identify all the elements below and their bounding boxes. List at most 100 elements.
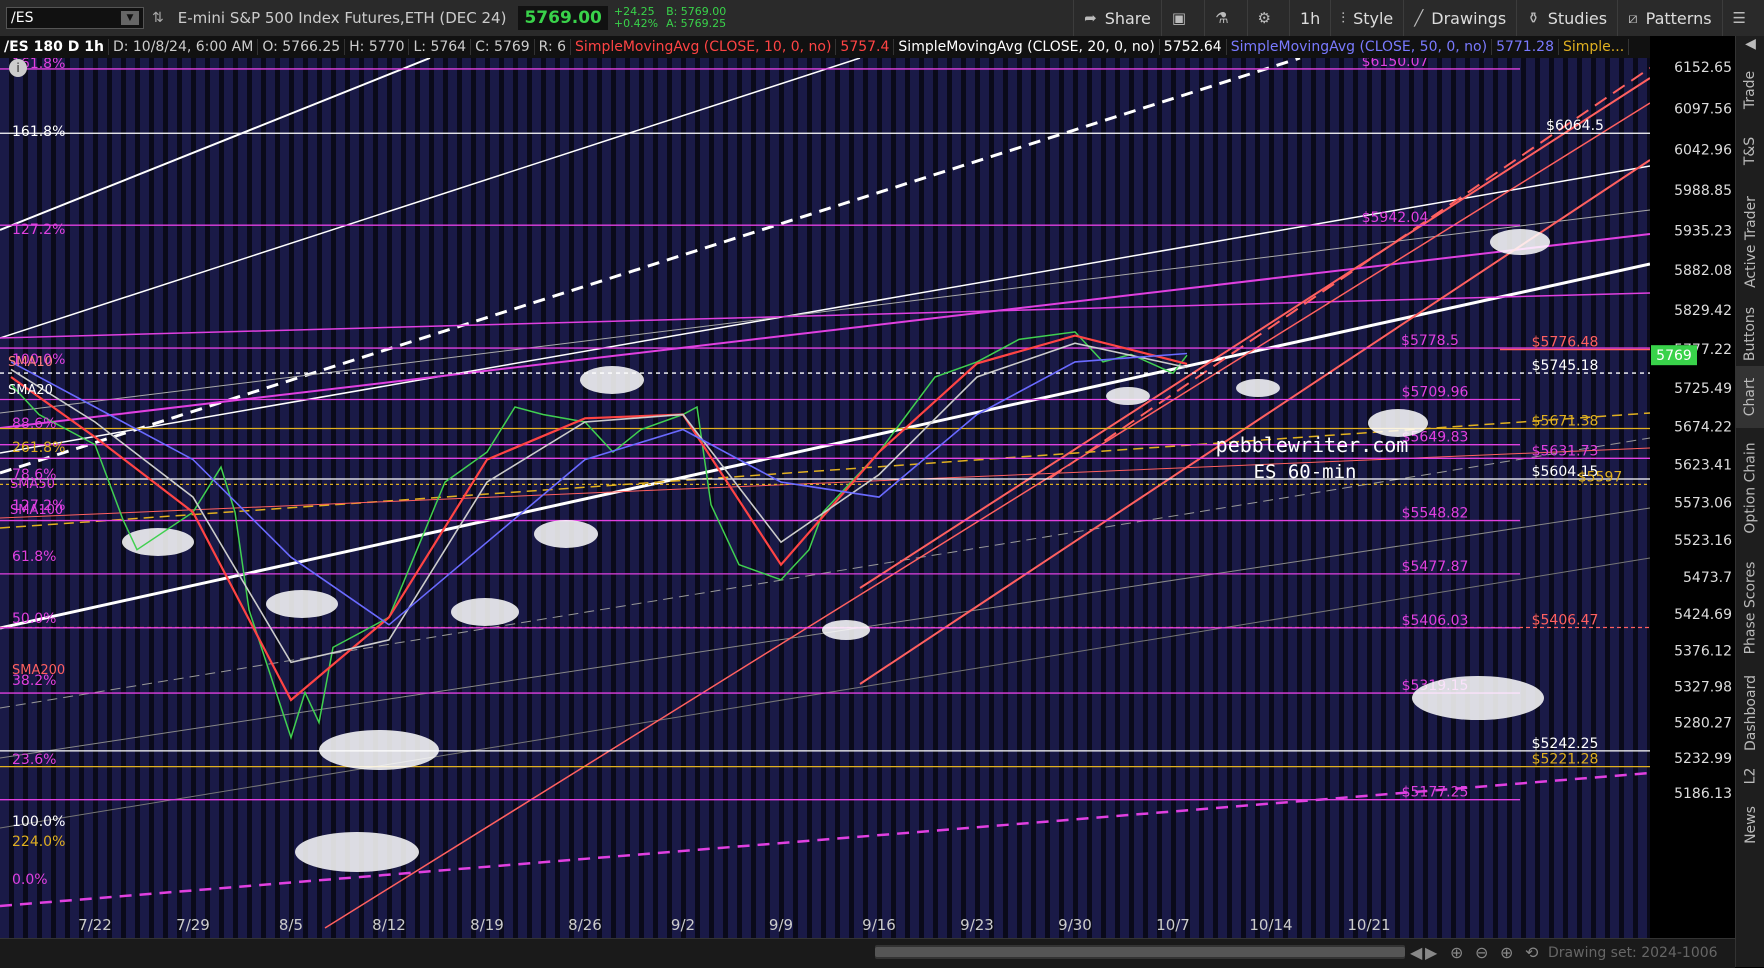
sma10-value: 5757.4 bbox=[836, 39, 895, 55]
sidebar-tab-dashboard[interactable]: Dashboard bbox=[1736, 668, 1764, 758]
ma-label: SMA20 bbox=[8, 383, 53, 398]
level-label: $5477.87 bbox=[1402, 559, 1469, 575]
chevron-down-icon[interactable]: ▼ bbox=[121, 11, 139, 25]
price-chart[interactable]: $6150.07 $6064.5 $5942.04 $5778.5 $5776.48 $5… bbox=[0, 54, 1651, 938]
highlight-oval[interactable] bbox=[451, 598, 519, 626]
sidebar-tab-label: Chart bbox=[1742, 377, 1759, 417]
symbol-selector[interactable]: /ES ▼ bbox=[6, 7, 144, 29]
reset-icon[interactable]: ⟲ bbox=[1525, 943, 1538, 962]
sma20-label[interactable]: SimpleMovingAvg (CLOSE, 20, 0, no) bbox=[894, 39, 1160, 55]
menu-button[interactable]: ☰ bbox=[1721, 0, 1764, 36]
price-axis-label: 5523.16 bbox=[1674, 533, 1732, 549]
collapse-icon[interactable]: ◀ bbox=[1736, 36, 1764, 60]
price-axis[interactable]: 6152.65 6097.56 6042.96 5988.85 5935.23 5882.… bbox=[1650, 36, 1735, 938]
style-label: Style bbox=[1353, 8, 1394, 28]
more-studies-label[interactable]: Simple... bbox=[1559, 39, 1630, 55]
highlight-oval[interactable] bbox=[822, 620, 870, 640]
zoom-in-icon[interactable]: ⊕ bbox=[1500, 943, 1513, 962]
chart-title: ES 60-min bbox=[1254, 461, 1357, 483]
sma50-value: 5771.28 bbox=[1492, 39, 1559, 55]
fib-label: 127.2% bbox=[12, 222, 65, 238]
studies-label: Studies bbox=[1547, 8, 1608, 28]
scrollbar-thumb[interactable] bbox=[875, 947, 1405, 957]
bar-high: H: 5770 bbox=[345, 39, 410, 55]
x-tick-label: 9/2 bbox=[671, 916, 695, 934]
x-tick-label: 9/16 bbox=[862, 916, 896, 934]
ma-label: SMA200 bbox=[12, 663, 65, 678]
highlight-oval[interactable] bbox=[580, 366, 644, 394]
price-axis-label: 5232.99 bbox=[1674, 751, 1732, 767]
snapshot-button[interactable]: ▣ bbox=[1160, 0, 1204, 36]
level-label: $6064.5 bbox=[1546, 118, 1604, 134]
highlight-oval[interactable] bbox=[266, 590, 338, 618]
column-bands bbox=[0, 58, 1650, 938]
fib-label: 261.8% bbox=[12, 440, 65, 456]
sma50-label[interactable]: SimpleMovingAvg (CLOSE, 50, 0, no) bbox=[1227, 39, 1493, 55]
level-label: $5177.25 bbox=[1402, 785, 1469, 801]
price-axis-label: 5988.85 bbox=[1674, 183, 1732, 199]
sidebar-tab-buttons[interactable]: Buttons bbox=[1736, 302, 1764, 366]
fib-label: 100.0% bbox=[12, 814, 65, 830]
x-tick-label: 9/9 bbox=[769, 916, 793, 934]
x-tick-label: 9/30 bbox=[1058, 916, 1092, 934]
bar-open: O: 5766.25 bbox=[258, 39, 346, 55]
patterns-button[interactable]: ⧄ Patterns bbox=[1617, 0, 1721, 36]
highlight-oval[interactable] bbox=[1106, 387, 1150, 405]
price-axis-label: 5725.49 bbox=[1674, 381, 1732, 397]
svg-text:i: i bbox=[16, 61, 19, 75]
sidebar-tab-active-trader[interactable]: Active Trader bbox=[1736, 182, 1764, 302]
highlight-oval[interactable] bbox=[1490, 229, 1550, 255]
sidebar-tab-label: Phase Scores bbox=[1742, 561, 1759, 655]
price-axis-labels: 6152.65 6097.56 6042.96 5988.85 5935.23 5882.… bbox=[1651, 60, 1732, 802]
ma-label: SMA100 bbox=[10, 503, 63, 518]
drawings-button[interactable]: ╱ Drawings bbox=[1403, 0, 1516, 36]
ma-label: SMA50 bbox=[10, 477, 55, 492]
highlight-oval[interactable] bbox=[319, 730, 439, 770]
pencil-icon: ╱ bbox=[1414, 9, 1424, 27]
bid-ask: B: 5769.00 A: 5769.25 bbox=[666, 6, 726, 30]
sidebar-tab-trade[interactable]: Trade bbox=[1736, 60, 1764, 120]
sidebar-tab-label: T&S bbox=[1742, 136, 1759, 166]
flask-button[interactable]: ⚗ bbox=[1204, 0, 1246, 36]
bar-low: L: 5764 bbox=[409, 39, 472, 55]
share-icon: ➦ bbox=[1084, 9, 1097, 27]
crosshair-icon[interactable]: ⊕ bbox=[1450, 943, 1463, 962]
sma10-label[interactable]: SimpleMovingAvg (CLOSE, 10, 0, no) bbox=[571, 39, 837, 55]
sidebar-tab-l2[interactable]: L2 bbox=[1736, 758, 1764, 794]
sidebar-tab-phase-scores[interactable]: Phase Scores bbox=[1736, 548, 1764, 668]
sidebar-tab-label: Trade bbox=[1742, 70, 1759, 110]
symbol-text: /ES bbox=[11, 10, 34, 26]
watermark: pebblewriter.com bbox=[1216, 433, 1409, 457]
link-icon[interactable]: ⇅ bbox=[152, 10, 164, 26]
sidebar-tab-t-s[interactable]: T&S bbox=[1736, 120, 1764, 182]
highlight-oval[interactable] bbox=[1412, 676, 1544, 720]
bar-range: R: 6 bbox=[535, 39, 572, 55]
scroll-right-icon[interactable]: ▶ bbox=[1425, 943, 1437, 962]
style-button[interactable]: ⫶ Style bbox=[1330, 0, 1403, 36]
sidebar-tab-label: Option Chain bbox=[1742, 442, 1759, 534]
highlight-oval[interactable] bbox=[1236, 379, 1280, 397]
current-price-label: 5769 bbox=[1656, 348, 1692, 364]
bar-close: C: 5769 bbox=[471, 39, 535, 55]
studies-button[interactable]: ⚱ Studies bbox=[1516, 0, 1617, 36]
fib-label: 88.6% bbox=[12, 416, 56, 432]
level-label: $6150.07 bbox=[1362, 58, 1429, 70]
timeframe-label: 1h bbox=[1299, 8, 1321, 28]
sidebar-tab-label: News bbox=[1742, 806, 1759, 844]
timeframe-button[interactable]: 1h bbox=[1288, 0, 1330, 36]
sidebar-tab-label: Buttons bbox=[1742, 306, 1759, 362]
horizontal-scrollbar[interactable] bbox=[875, 945, 1405, 959]
settings-button[interactable]: ⚙ bbox=[1246, 0, 1289, 36]
sidebar-tab-chart[interactable]: Chart bbox=[1736, 366, 1764, 428]
sidebar-tab-option-chain[interactable]: Option Chain bbox=[1736, 428, 1764, 548]
highlight-oval[interactable] bbox=[295, 832, 419, 872]
highlight-oval[interactable] bbox=[534, 520, 598, 548]
scroll-left-icon[interactable]: ◀ bbox=[1410, 943, 1422, 962]
sidebar-tab-news[interactable]: News bbox=[1736, 794, 1764, 856]
x-tick-label: 7/22 bbox=[78, 916, 112, 934]
chart-area[interactable]: $6150.07 $6064.5 $5942.04 $5778.5 $5776.48 $5… bbox=[0, 54, 1651, 938]
info-bubble[interactable]: i bbox=[9, 59, 27, 77]
sidebar-tab-label: L2 bbox=[1742, 767, 1759, 785]
share-button[interactable]: ➦ Share bbox=[1073, 0, 1161, 36]
zoom-out-icon[interactable]: ⊖ bbox=[1475, 943, 1488, 962]
